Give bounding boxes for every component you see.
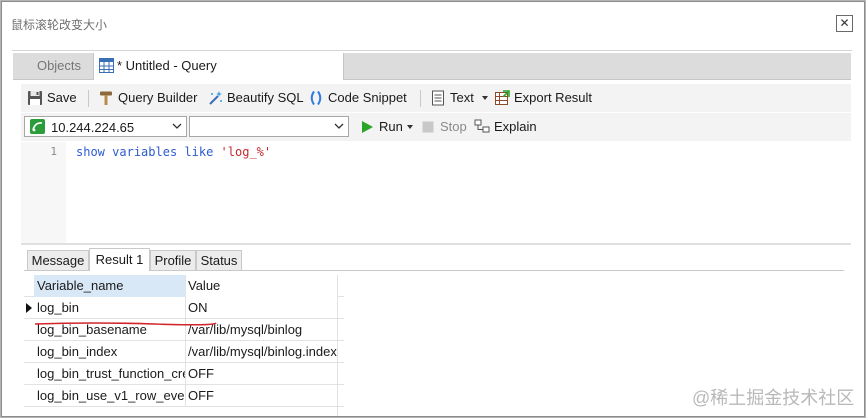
sql-code-line[interactable]: show variables like 'log_%' (76, 145, 271, 159)
result-tab-strip: Message Result 1 Profile Status (24, 248, 844, 271)
toolbar-separator (88, 90, 89, 107)
run-label: Run (379, 119, 403, 134)
explain-tree-icon (474, 119, 490, 133)
variable-name-cell[interactable]: log_bin_use_v1_row_events (34, 385, 186, 407)
table-row[interactable]: log_bin_index /var/lib/mysql/binlog.inde… (24, 341, 344, 363)
table-row[interactable]: log_bin_trust_function_creators OFF (24, 363, 344, 385)
stop-icon (422, 121, 434, 133)
watermark: @稀土掘金技术社区 (692, 388, 855, 408)
query-toolbar: Save Query Builder Beautify SQL Code Sni… (21, 84, 851, 112)
text-mode-label: Text (450, 90, 474, 105)
frame-border (12, 50, 852, 51)
query-builder-label: Query Builder (118, 90, 198, 105)
column-header-value[interactable]: Value (186, 275, 338, 297)
line-number-gutter: 1 (21, 142, 66, 243)
save-icon (28, 91, 42, 105)
tab-profile[interactable]: Profile (150, 250, 196, 270)
run-dropdown-arrow[interactable] (407, 125, 413, 129)
variable-name-cell[interactable]: log_bin_index (34, 341, 186, 363)
document-tab-strip: Objects * Untitled - Query (13, 53, 851, 80)
tab-untitled-query[interactable]: * Untitled - Query (93, 53, 344, 80)
tab-result-1[interactable]: Result 1 (89, 248, 150, 271)
variable-name-cell[interactable]: log_bin_trust_function_creators (34, 363, 186, 385)
table-row[interactable]: log_bin_use_v1_row_events OFF (24, 385, 344, 407)
value-cell[interactable]: OFF (186, 363, 338, 385)
export-grid-icon (495, 90, 510, 105)
database-select[interactable] (189, 116, 349, 137)
connection-icon (30, 119, 45, 134)
text-document-icon (432, 90, 444, 106)
value-cell[interactable]: ON (186, 297, 338, 319)
connection-toolbar: 10.244.224.65 Run Stop Explain (21, 113, 851, 141)
tab-message[interactable]: Message (27, 250, 89, 270)
title-bar: 鼠标滚轮改变大小 ✕ (2, 2, 864, 46)
window-title: 鼠标滚轮改变大小 (11, 18, 108, 32)
save-label: Save (47, 90, 77, 105)
chevron-down-icon (172, 123, 182, 129)
query-grid-icon (99, 58, 114, 73)
table-row[interactable]: log_bin ON (24, 297, 344, 319)
magic-wand-icon (209, 91, 222, 105)
row-pointer-icon (26, 303, 32, 313)
grid-header-row: Variable_name Value (24, 275, 344, 297)
result-grid[interactable]: Variable_name Value log_bin ON log_bin_b… (24, 275, 344, 416)
red-annotation-underline (34, 322, 217, 326)
sql-string-literal: 'log_%' (220, 145, 272, 159)
value-cell[interactable]: /var/lib/mysql/binlog.index (186, 341, 338, 363)
hammer-icon (100, 91, 112, 105)
explain-label: Explain (494, 119, 537, 134)
sql-keyword: variables (112, 145, 178, 159)
grid-right-border (337, 275, 338, 416)
sql-editor[interactable]: 1 show variables like 'log_%' (21, 142, 851, 243)
query-dialog-window: 鼠标滚轮改变大小 ✕ Objects * Untitled - Query Sa… (1, 1, 865, 417)
connection-value: 10.244.224.65 (51, 120, 135, 135)
line-number: 1 (50, 145, 57, 158)
close-button[interactable]: ✕ (836, 15, 853, 32)
value-cell[interactable]: OFF (186, 385, 338, 407)
column-header-variable-name[interactable]: Variable_name (34, 275, 186, 297)
beautify-sql-label: Beautify SQL (227, 90, 304, 105)
tab-status[interactable]: Status (196, 250, 242, 270)
stop-label: Stop (440, 119, 467, 134)
tab-query-label: * Untitled - Query (117, 58, 217, 73)
chevron-down-icon (334, 123, 344, 129)
parentheses-icon (310, 90, 322, 106)
toolbar-separator (420, 90, 421, 107)
sql-keyword: like (184, 145, 214, 159)
text-mode-dropdown-arrow[interactable] (482, 96, 488, 100)
tab-objects[interactable]: Objects (24, 53, 94, 79)
play-icon (362, 121, 373, 133)
sql-keyword: show (76, 145, 105, 159)
editor-result-splitter[interactable] (21, 243, 851, 245)
code-snippet-label: Code Snippet (328, 90, 407, 105)
export-result-label: Export Result (514, 90, 593, 105)
variable-name-cell[interactable]: log_bin (34, 297, 186, 319)
connection-select[interactable]: 10.244.224.65 (24, 116, 187, 137)
current-row-marker (24, 297, 34, 319)
